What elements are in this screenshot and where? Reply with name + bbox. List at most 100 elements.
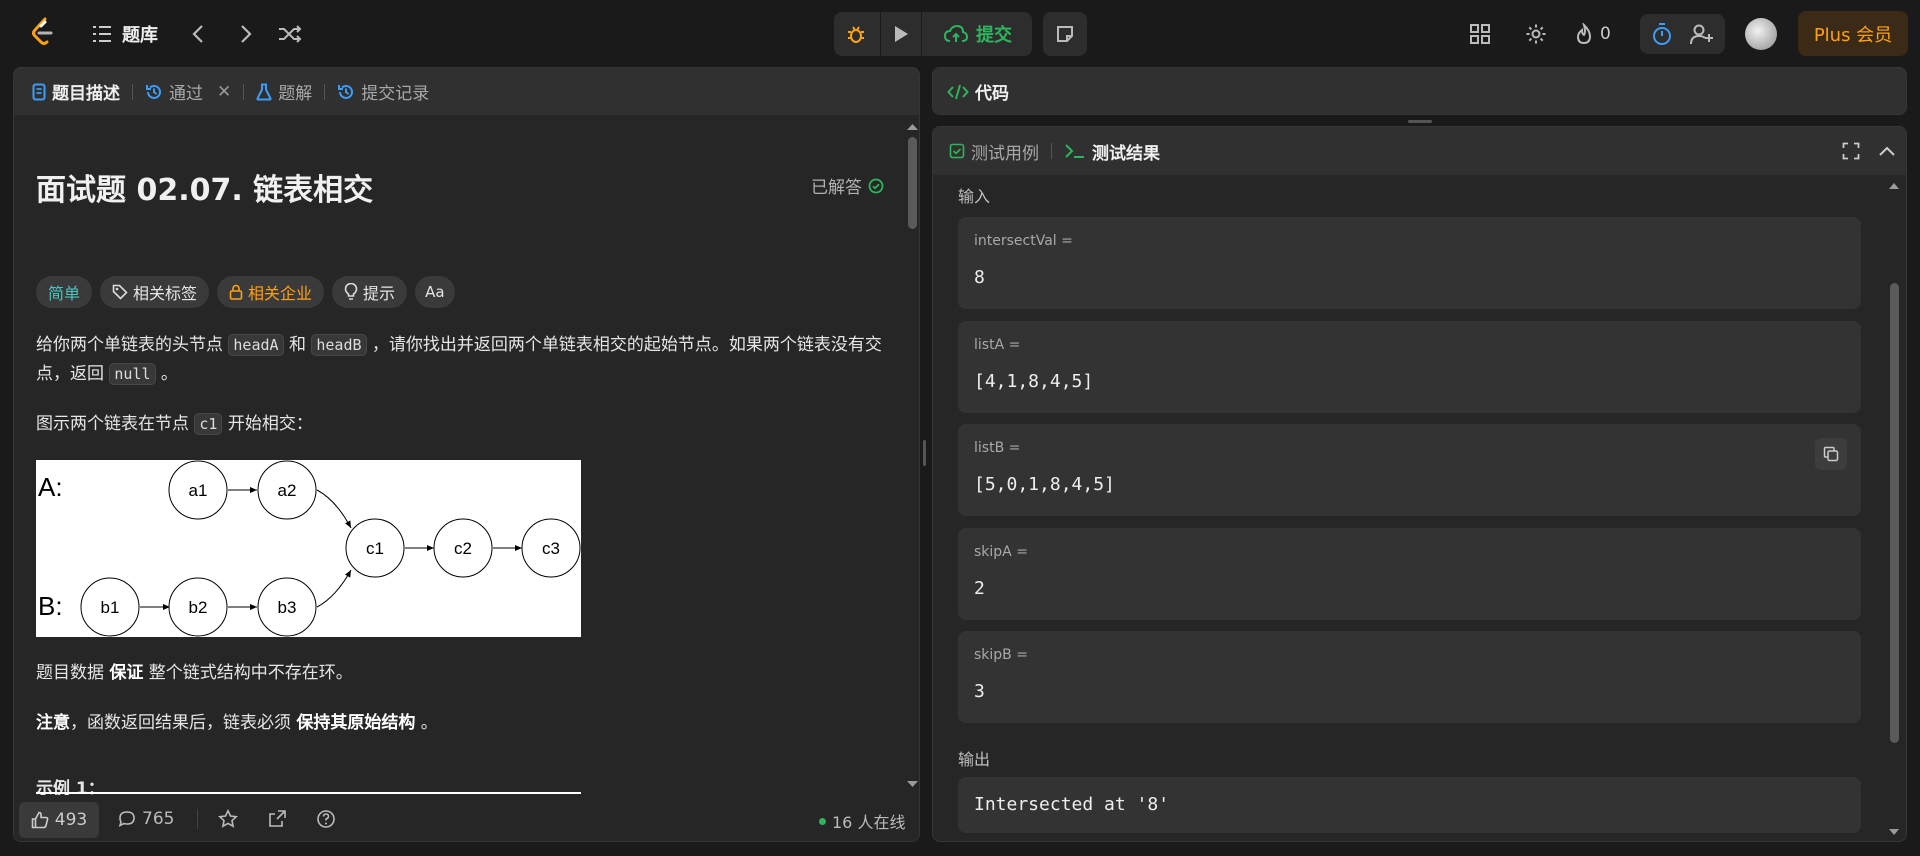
bold-text: 注意 <box>36 713 70 733</box>
run-button[interactable] <box>880 12 922 56</box>
field-name: listB = <box>974 440 1021 456</box>
add-user-icon <box>1690 24 1713 45</box>
tab-accepted[interactable]: 通过 ✕ <box>145 68 231 115</box>
prev-problem-button[interactable] <box>180 16 216 52</box>
debug-button[interactable] <box>834 12 878 56</box>
notes-button[interactable] <box>1043 12 1087 56</box>
tab-test-results[interactable]: 测试结果 <box>1064 139 1160 164</box>
code-icon <box>947 84 969 99</box>
lightbulb-icon <box>344 283 358 300</box>
tab-submissions[interactable]: 提交记录 <box>337 68 429 115</box>
diagram-node: c2 <box>433 518 493 578</box>
node-label: b3 <box>278 598 297 617</box>
copy-button[interactable] <box>1815 438 1847 470</box>
settings-button[interactable] <box>1518 16 1554 52</box>
tab-solutions[interactable]: 题解 <box>256 68 312 115</box>
output-box: Intersected at '8' <box>958 777 1861 833</box>
hint-button[interactable]: 提示 <box>332 276 408 308</box>
plus-membership-button[interactable]: Plus 会员 <box>1798 11 1908 56</box>
chevron-up-icon <box>1879 146 1895 156</box>
tab-testcases[interactable]: 测试用例 <box>949 139 1039 164</box>
horizontal-resize-handle[interactable] <box>1408 120 1432 123</box>
play-icon <box>895 26 908 42</box>
streak-counter[interactable]: 0 <box>1574 20 1611 48</box>
description-tabbar: 题目描述 通过 ✕ 题解 提交记录 <box>14 68 919 115</box>
random-problem-button[interactable] <box>272 16 308 52</box>
help-icon <box>317 810 335 828</box>
fullscreen-button[interactable] <box>1839 139 1863 163</box>
node-label: a1 <box>189 481 208 500</box>
text-span: 图示两个链表在节点 <box>36 414 195 434</box>
invite-user-button[interactable] <box>1688 20 1716 48</box>
tag-row: 简单 相关标签 相关企业 提示 Aa <box>36 276 455 308</box>
input-field-listb: listB = [5,0,1,8,4,5] <box>958 424 1861 516</box>
submit-label: 提交 <box>976 25 1012 46</box>
field-value: 2 <box>974 578 985 599</box>
bold-text: 保持其原始结构 <box>296 713 416 733</box>
help-button[interactable] <box>316 809 336 829</box>
text-span: 整个链式结构中不存在环。 <box>143 663 353 683</box>
results-scrollbar[interactable] <box>1884 175 1904 841</box>
flame-icon <box>1576 23 1592 45</box>
document-icon <box>32 83 46 100</box>
thumbs-up-icon <box>31 811 49 829</box>
history-icon <box>338 84 354 99</box>
close-tab-icon[interactable]: ✕ <box>217 82 231 102</box>
field-name: skipA = <box>974 544 1028 560</box>
like-count: 493 <box>54 810 88 830</box>
test-panel: 测试用例 测试结果 输入 intersectVal = 8 listA = [4… <box>932 126 1907 842</box>
tab-testcases-label: 测试用例 <box>971 143 1039 164</box>
list-icon <box>93 26 111 42</box>
difficulty-label: 简单 <box>48 284 81 303</box>
related-companies-button[interactable]: 相关企业 <box>217 276 325 308</box>
field-name: skipB = <box>974 647 1028 663</box>
collapse-panel-button[interactable] <box>1875 139 1899 163</box>
text-span: 给你两个单链表的头节点 <box>36 335 229 355</box>
tag-icon <box>112 284 128 300</box>
problem-list-button[interactable]: 题库 <box>92 20 158 48</box>
text-span: ，函数返回结果后，链表必须 <box>70 713 297 733</box>
tab-accepted-label: 通过 <box>169 84 203 104</box>
copy-icon <box>1823 446 1839 462</box>
description-paragraph-2: 图示两个链表在节点 c1 开始相交： <box>36 410 894 439</box>
description-scrollbar[interactable] <box>904 115 919 795</box>
font-settings-button[interactable]: Aa <box>415 276 455 308</box>
online-dot <box>819 817 826 825</box>
history-icon <box>146 84 161 99</box>
layout-button[interactable] <box>1462 16 1498 52</box>
tab-divider <box>243 83 245 100</box>
like-button[interactable]: 493 <box>19 802 99 838</box>
inline-code: null <box>109 363 156 385</box>
tab-description[interactable]: 题目描述 <box>32 68 120 115</box>
next-problem-button[interactable] <box>228 16 264 52</box>
description-paragraph-4: 注意，函数返回结果后，链表必须 保持其原始结构 。 <box>36 709 894 738</box>
chevron-right-icon <box>241 25 252 43</box>
inline-code: headB <box>311 334 367 356</box>
tab-code[interactable]: 代码 <box>933 68 1906 114</box>
streak-count: 0 <box>1600 24 1611 44</box>
related-tags-button[interactable]: 相关标签 <box>100 276 210 308</box>
online-status: 16 人在线 <box>819 809 905 833</box>
layout-grid-icon <box>1470 24 1490 44</box>
favorite-button[interactable] <box>218 809 238 829</box>
node-label: c3 <box>542 539 560 558</box>
avatar[interactable] <box>1745 18 1777 50</box>
list-b-label: B: <box>38 591 63 621</box>
vertical-resize-handle[interactable] <box>923 440 926 466</box>
comments-button[interactable]: 765 <box>118 809 174 829</box>
comment-icon <box>118 811 135 828</box>
diagram-node: b3 <box>257 577 317 637</box>
tab-test-results-label: 测试结果 <box>1092 143 1160 164</box>
leetcode-logo-icon[interactable] <box>26 15 60 49</box>
field-name: intersectVal = <box>974 233 1073 249</box>
share-button[interactable] <box>267 809 287 829</box>
node-label: c1 <box>366 539 384 558</box>
difficulty-badge[interactable]: 简单 <box>36 276 93 308</box>
chevron-left-icon <box>192 25 203 43</box>
submit-button[interactable]: 提交 <box>924 12 1032 56</box>
text-span: 。 <box>415 713 438 733</box>
bug-icon <box>848 26 864 43</box>
example-image-edge <box>36 792 581 794</box>
description-paragraph-1: 给你两个单链表的头节点 headA 和 headB ，请你找出并返回两个单链表相… <box>36 331 894 389</box>
timer-button[interactable] <box>1648 20 1676 48</box>
